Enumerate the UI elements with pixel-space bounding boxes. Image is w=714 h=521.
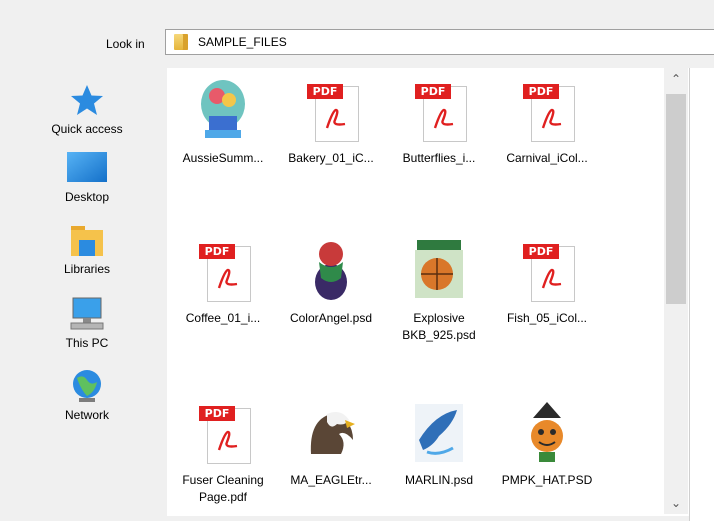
file-item[interactable]: PDF Coffee_01_i... xyxy=(169,238,277,327)
pdf-file-icon: PDF xyxy=(301,78,361,144)
file-name: Bakery_01_iC... xyxy=(288,151,374,165)
pdf-file-icon: PDF xyxy=(517,78,577,144)
file-name: PMPK_HAT.PSD xyxy=(501,473,593,487)
folder-icon xyxy=(174,34,188,50)
image-thumbnail-icon xyxy=(301,400,361,466)
place-label: This PC xyxy=(65,336,109,350)
place-quick-access[interactable]: Quick access xyxy=(38,82,136,136)
pdf-tag: PDF xyxy=(523,84,559,99)
pdf-tag: PDF xyxy=(415,84,451,99)
place-libraries[interactable]: Libraries xyxy=(38,222,136,276)
file-name: Butterflies_i... xyxy=(402,151,476,165)
file-item[interactable]: PMPK_HAT.PSD xyxy=(493,400,601,489)
file-name: Fuser Cleaning Page.pdf xyxy=(182,473,264,504)
pdf-file-icon: PDF xyxy=(409,78,469,144)
pdf-file-icon: PDF xyxy=(517,238,577,304)
file-item[interactable]: MA_EAGLEtr... xyxy=(277,400,385,489)
file-item[interactable]: ColorAngel.psd xyxy=(277,238,385,327)
pdf-tag: PDF xyxy=(307,84,343,99)
pdf-file-icon: PDF xyxy=(193,400,253,466)
place-this-pc[interactable]: This PC xyxy=(38,296,136,350)
star-icon xyxy=(65,82,109,118)
look-in-label: Look in xyxy=(106,37,145,51)
image-thumbnail-icon xyxy=(193,78,253,144)
place-label: Quick access xyxy=(51,122,123,136)
file-item[interactable]: PDF Fish_05_iCol... xyxy=(493,238,601,327)
file-name: Fish_05_iCol... xyxy=(506,311,588,325)
preview-pane-edge xyxy=(689,68,714,521)
scrollbar-thumb[interactable] xyxy=(666,94,686,304)
file-item[interactable]: MARLIN.psd xyxy=(385,400,493,489)
file-name: AussieSumm... xyxy=(182,151,264,165)
image-thumbnail-icon xyxy=(517,400,577,466)
file-name: Explosive BKB_925.psd xyxy=(402,311,476,342)
chevron-up-icon[interactable]: ⌃ xyxy=(664,70,688,88)
file-item[interactable]: PDF Butterflies_i... xyxy=(385,78,493,167)
network-globe-icon xyxy=(65,368,109,404)
file-item[interactable]: Explosive BKB_925.psd xyxy=(385,238,493,344)
file-name: Carnival_iCol... xyxy=(506,151,588,165)
image-thumbnail-icon xyxy=(409,238,469,304)
desktop-icon xyxy=(65,150,109,186)
pdf-file-icon: PDF xyxy=(193,238,253,304)
place-desktop[interactable]: Desktop xyxy=(38,150,136,204)
file-list[interactable]: AussieSumm... PDF Bakery_01_iC... PDF Bu… xyxy=(167,68,689,516)
file-name: MA_EAGLEtr... xyxy=(290,473,372,487)
chevron-down-icon[interactable]: ⌄ xyxy=(664,494,688,512)
file-item[interactable]: AussieSumm... xyxy=(169,78,277,167)
pdf-tag: PDF xyxy=(523,244,559,259)
place-label: Libraries xyxy=(63,262,111,276)
place-label: Network xyxy=(64,408,109,422)
file-name: Coffee_01_i... xyxy=(185,311,261,325)
computer-icon xyxy=(65,296,109,332)
pdf-tag: PDF xyxy=(199,244,235,259)
look-in-path: SAMPLE_FILES xyxy=(198,35,287,49)
file-item[interactable]: PDF Carnival_iCol... xyxy=(493,78,601,167)
file-item[interactable]: PDF Bakery_01_iC... xyxy=(277,78,385,167)
place-network[interactable]: Network xyxy=(38,368,136,422)
image-thumbnail-icon xyxy=(301,238,361,304)
look-in-dropdown[interactable]: SAMPLE_FILES xyxy=(165,29,714,55)
file-name: ColorAngel.psd xyxy=(289,311,373,325)
image-thumbnail-icon xyxy=(409,400,469,466)
vertical-scrollbar[interactable]: ⌃ ⌄ xyxy=(664,68,688,514)
place-label: Desktop xyxy=(64,190,110,204)
file-name: MARLIN.psd xyxy=(404,473,474,487)
pdf-tag: PDF xyxy=(199,406,235,421)
file-item[interactable]: PDF Fuser Cleaning Page.pdf xyxy=(169,400,277,506)
libraries-folder-icon xyxy=(65,222,109,258)
